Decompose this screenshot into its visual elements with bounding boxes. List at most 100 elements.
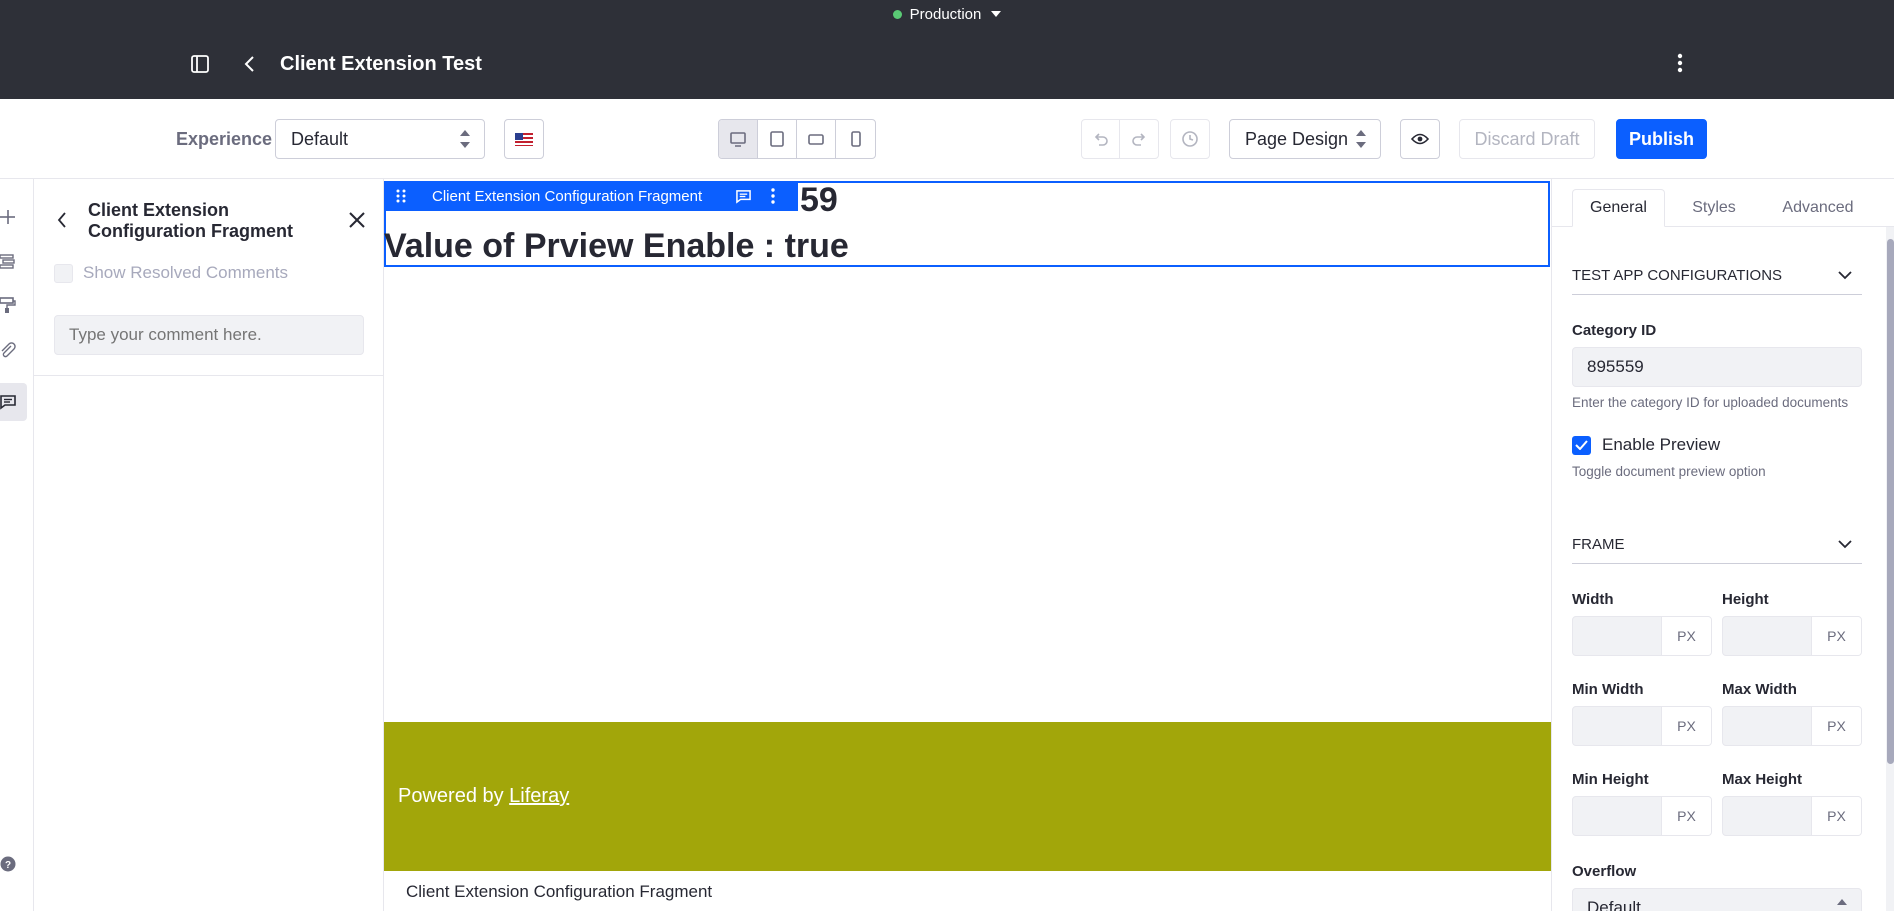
- overflow-select[interactable]: Default: [1572, 888, 1862, 911]
- sidebar-title-line1: Client Extension: [88, 200, 230, 220]
- history-icon: [1182, 131, 1198, 147]
- category-id-label: Category ID: [1572, 322, 1657, 339]
- overflow-select-value: Default: [1587, 898, 1641, 911]
- enable-preview-checkbox[interactable]: [1572, 435, 1591, 455]
- close-icon[interactable]: [348, 211, 366, 229]
- frame-section[interactable]: FRAME: [1572, 536, 1862, 564]
- kebab-menu-icon[interactable]: [1675, 52, 1685, 74]
- editor-toolbar: Experience Default Page Design Discard D…: [0, 99, 1894, 179]
- overflow-label: Overflow: [1572, 863, 1637, 880]
- back-icon[interactable]: [243, 54, 257, 74]
- height-input[interactable]: PX: [1722, 616, 1862, 656]
- eye-icon: [1411, 133, 1429, 145]
- fragment-comment-icon[interactable]: [728, 189, 758, 204]
- scrollbar-thumb[interactable]: [1887, 239, 1894, 764]
- portrait-view-button[interactable]: [836, 120, 875, 158]
- fragment-preview-line: Value of Prview Enable : true: [384, 227, 849, 265]
- unit-label[interactable]: PX: [1811, 617, 1861, 655]
- page-header: Client Extension Test: [0, 28, 1894, 99]
- category-id-help: Enter the category ID for uploaded docum…: [1572, 395, 1849, 410]
- show-resolved-checkbox[interactable]: [54, 263, 73, 283]
- tab-advanced[interactable]: Advanced: [1762, 189, 1874, 227]
- chevron-down-icon: [1838, 540, 1852, 549]
- fragment-heading-partial: 59: [800, 181, 838, 219]
- chevron-down-icon: [1838, 271, 1852, 280]
- divider: [34, 375, 384, 376]
- min-width-label: Min Width: [1572, 681, 1644, 698]
- drag-handle-icon[interactable]: [384, 189, 418, 203]
- discard-draft-button[interactable]: Discard Draft: [1459, 119, 1595, 159]
- environment-label: Production: [909, 5, 982, 23]
- undo-button[interactable]: [1082, 120, 1120, 158]
- language-flag-button[interactable]: [504, 119, 544, 159]
- max-width-input[interactable]: PX: [1722, 706, 1862, 746]
- width-input[interactable]: PX: [1572, 616, 1712, 656]
- test-app-configurations-section[interactable]: TEST APP CONFIGURATIONS: [1572, 267, 1862, 295]
- comment-icon: [0, 395, 16, 410]
- enable-preview-row[interactable]: Enable Preview: [1572, 435, 1720, 455]
- page-footer: Powered by Liferay: [384, 722, 1551, 871]
- tablet-icon: [770, 131, 784, 147]
- sidebar-toggle-icon[interactable]: [190, 54, 210, 74]
- desktop-icon: [730, 132, 746, 147]
- tab-styles[interactable]: Styles: [1674, 189, 1754, 227]
- redo-button[interactable]: [1120, 120, 1158, 158]
- add-fragment-icon[interactable]: [0, 209, 16, 225]
- page-design-select-value: Page Design: [1245, 128, 1349, 149]
- paperclip-icon[interactable]: [0, 342, 16, 358]
- configuration-panel: General Styles Advanced TEST APP CONFIGU…: [1551, 179, 1894, 911]
- unit-label[interactable]: PX: [1661, 797, 1711, 835]
- scrollbar-track[interactable]: [1886, 227, 1894, 911]
- desktop-view-button[interactable]: [719, 120, 758, 158]
- environment-bar[interactable]: Production: [0, 0, 1894, 28]
- show-resolved-label: Show Resolved Comments: [83, 263, 289, 282]
- width-label: Width: [1572, 591, 1614, 608]
- unit-label[interactable]: PX: [1661, 617, 1711, 655]
- product-menu-strip: ?: [0, 179, 34, 911]
- comments-sidebar: Client Extension Configuration Fragment …: [34, 179, 384, 911]
- checkmark-icon: [1575, 440, 1588, 450]
- undo-icon: [1094, 133, 1108, 146]
- fragment-options-icon[interactable]: [758, 188, 788, 204]
- landscape-view-button[interactable]: [797, 120, 836, 158]
- page-design-select[interactable]: Page Design: [1229, 119, 1381, 159]
- comment-input[interactable]: [54, 315, 364, 355]
- footer-text: Powered by Liferay: [398, 785, 569, 808]
- max-height-input[interactable]: PX: [1722, 796, 1862, 836]
- min-height-input[interactable]: PX: [1572, 796, 1712, 836]
- select-arrows-icon: [460, 130, 470, 148]
- experience-select[interactable]: Default: [275, 119, 485, 159]
- sidebar-title: Client Extension Configuration Fragment: [88, 200, 293, 242]
- unit-label[interactable]: PX: [1661, 707, 1711, 745]
- device-switcher: [718, 119, 876, 159]
- history-button[interactable]: [1170, 119, 1210, 159]
- max-height-label: Max Height: [1722, 771, 1803, 788]
- tablet-view-button[interactable]: [758, 120, 797, 158]
- min-width-input[interactable]: PX: [1572, 706, 1712, 746]
- footer-prefix: Powered by: [398, 785, 510, 807]
- help-icon[interactable]: ?: [0, 856, 16, 872]
- page-structure-icon[interactable]: [0, 253, 16, 269]
- liferay-link[interactable]: Liferay: [509, 785, 569, 807]
- unit-label[interactable]: PX: [1811, 707, 1861, 745]
- unit-label[interactable]: PX: [1811, 797, 1861, 835]
- category-id-input[interactable]: 895559: [1572, 347, 1862, 387]
- preview-button[interactable]: [1400, 119, 1440, 159]
- comments-panel-button[interactable]: [0, 383, 27, 421]
- fragment-toolbar[interactable]: Client Extension Configuration Fragment: [384, 181, 798, 211]
- show-resolved-checkbox-row[interactable]: Show Resolved Comments: [54, 263, 288, 283]
- experience-label: Experience: [176, 129, 273, 149]
- publish-button[interactable]: Publish: [1616, 119, 1707, 159]
- status-dot-icon: [892, 9, 902, 19]
- fragment-toolbar-label: Client Extension Configuration Fragment: [432, 187, 703, 205]
- back-icon[interactable]: [56, 211, 68, 229]
- fragment-bottom-label: Client Extension Configuration Fragment: [406, 882, 713, 901]
- paint-roller-icon[interactable]: [0, 297, 16, 313]
- enable-preview-help: Toggle document preview option: [1572, 464, 1766, 479]
- tab-general[interactable]: General: [1572, 189, 1665, 227]
- us-flag-icon: [515, 132, 533, 146]
- min-height-label: Min Height: [1572, 771, 1649, 788]
- section-title: FRAME: [1572, 536, 1625, 553]
- experience-select-value: Default: [291, 128, 349, 149]
- sidebar-title-line2: Configuration Fragment: [88, 221, 293, 241]
